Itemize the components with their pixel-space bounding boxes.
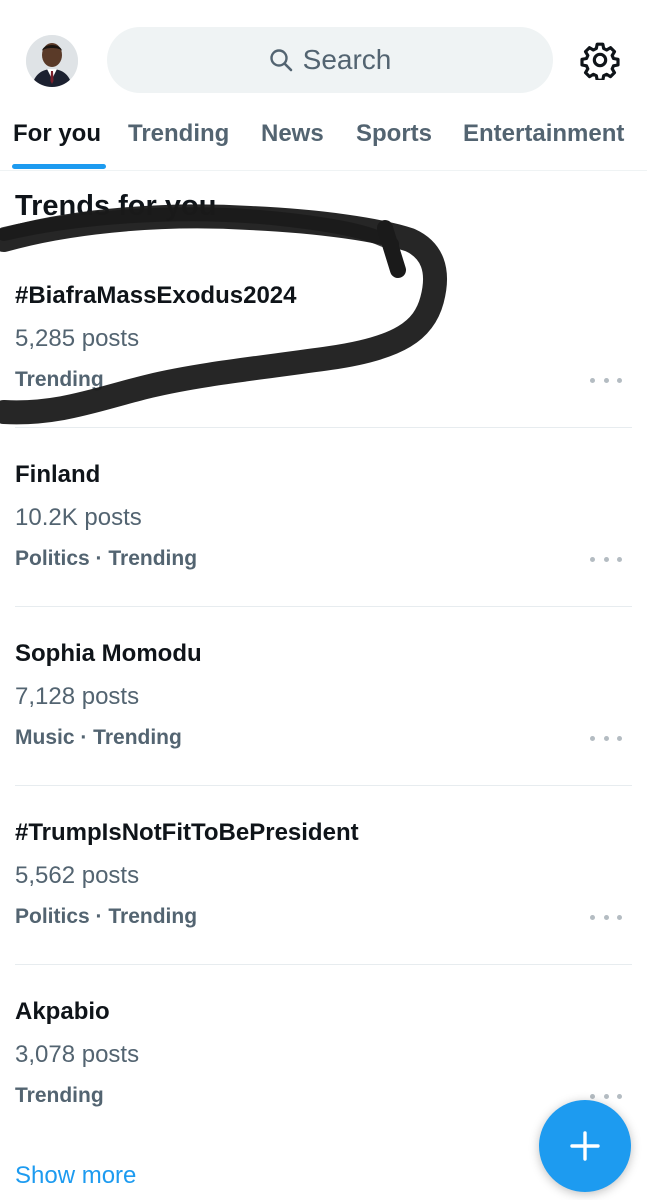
trend-post-count: 7,128 posts <box>15 683 140 710</box>
trend-name: #BiafraMassExodus2024 <box>15 282 297 309</box>
trend-category: Politics · Trending <box>15 905 198 928</box>
trend-item[interactable]: Akpabio 3,078 posts Trending <box>0 998 632 1177</box>
tab-entertainment[interactable]: Entertainment <box>463 120 624 148</box>
trend-category: Trending <box>15 368 104 391</box>
trend-name: Sophia Momodu <box>15 640 202 667</box>
tab-for-you[interactable]: For you <box>13 120 101 148</box>
trend-item[interactable]: #BiafraMassExodus2024 5,285 posts Trendi… <box>0 282 632 461</box>
more-horizontal-icon[interactable] <box>590 370 622 390</box>
more-horizontal-icon[interactable] <box>590 549 622 569</box>
tab-trending[interactable]: Trending <box>128 120 229 148</box>
search-placeholder: Search <box>302 44 392 75</box>
plus-icon <box>570 1131 600 1161</box>
section-title: Trends for you <box>15 190 217 222</box>
trend-category: Music · Trending <box>15 726 182 749</box>
compose-button[interactable] <box>539 1100 631 1192</box>
active-tab-indicator <box>12 164 106 169</box>
trend-item[interactable]: #TrumpIsNotFitToBePresident 5,562 posts … <box>0 819 632 998</box>
trend-post-count: 5,562 posts <box>15 862 140 889</box>
profile-photo <box>26 35 78 87</box>
tab-sports[interactable]: Sports <box>356 120 432 148</box>
avatar[interactable] <box>26 35 78 87</box>
search-input[interactable]: Search <box>107 27 553 93</box>
trend-name: Akpabio <box>15 998 110 1025</box>
settings-button[interactable] <box>580 40 620 82</box>
divider <box>15 964 632 965</box>
explore-tabs: For you Trending News Sports Entertainme… <box>0 110 647 171</box>
more-horizontal-icon[interactable] <box>590 907 622 927</box>
trend-post-count: 3,078 posts <box>15 1041 140 1068</box>
trend-post-count: 5,285 posts <box>15 325 140 352</box>
trend-category: Trending <box>15 1084 104 1107</box>
divider <box>15 785 632 786</box>
trend-category: Politics · Trending <box>15 547 198 570</box>
more-horizontal-icon[interactable] <box>590 728 622 748</box>
trend-name: Finland <box>15 461 101 488</box>
trend-item[interactable]: Sophia Momodu 7,128 posts Music · Trendi… <box>0 640 632 819</box>
search-icon <box>269 49 292 72</box>
divider <box>15 427 632 428</box>
divider <box>15 606 632 607</box>
show-more-link[interactable]: Show more <box>15 1162 136 1190</box>
trend-item[interactable]: Finland 10.2K posts Politics · Trending <box>0 461 632 640</box>
trend-name: #TrumpIsNotFitToBePresident <box>15 819 359 846</box>
tab-news[interactable]: News <box>261 120 324 148</box>
trend-post-count: 10.2K posts <box>15 504 142 531</box>
gear-icon <box>580 42 620 82</box>
top-bar: Search <box>0 0 647 110</box>
